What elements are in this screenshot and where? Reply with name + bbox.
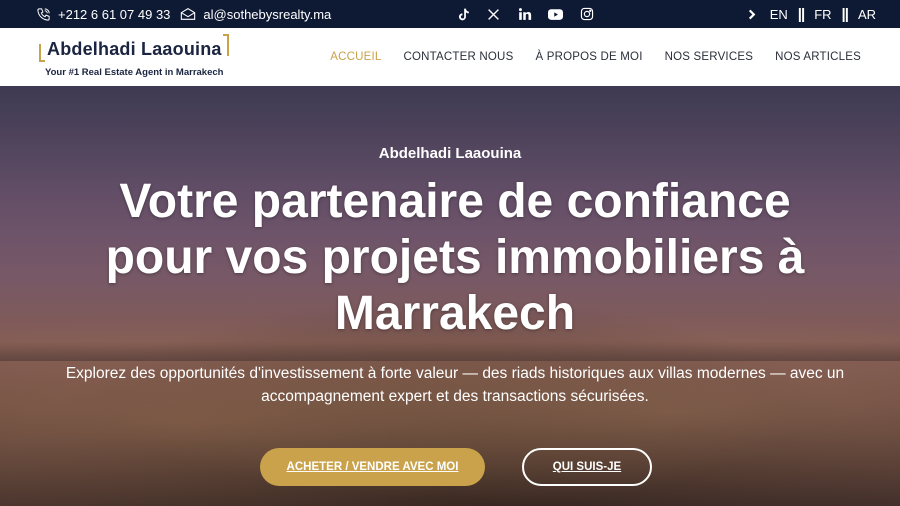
phone-number: +212 6 61 07 49 33 [58, 6, 171, 22]
hero-title: Votre partenaire de confiance pour vos p… [60, 174, 850, 342]
youtube-icon[interactable] [548, 7, 563, 22]
phone-link[interactable]: +212 6 61 07 49 33 [36, 7, 170, 22]
language-fr[interactable]: FR [814, 7, 831, 22]
logo-bracket-left [39, 44, 45, 62]
hero-title-line: Votre partenaire de confiance [119, 175, 791, 228]
nav-item-nos-services[interactable]: NOS SERVICES [665, 51, 753, 63]
site-header: Abdelhadi Laaouina Your #1 Real Estate A… [0, 28, 900, 86]
tiktok-icon[interactable] [455, 7, 470, 22]
nav-item-accueil[interactable]: ACCUEIL [330, 51, 381, 63]
language-en[interactable]: EN [770, 7, 788, 22]
hero-background-skyline [0, 341, 900, 361]
email-address: al@sothebysrealty.ma [203, 6, 332, 22]
logo-name: Abdelhadi Laaouina [47, 39, 222, 59]
hero-title-line: Marrakech [334, 287, 576, 340]
hero-description-line: accompagnement expert et des transaction… [261, 388, 649, 405]
main-nav: ACCUEIL CONTACTER NOUS À PROPOS DE MOI N… [330, 28, 861, 86]
hero-section: Abdelhadi Laaouina Votre partenaire de c… [0, 86, 900, 506]
phone-icon [36, 7, 51, 22]
language-switcher: EN || FR || AR [748, 0, 876, 28]
top-bar: +212 6 61 07 49 33 al@sothebysrealty.ma [0, 0, 900, 28]
nav-item-nos-articles[interactable]: NOS ARTICLES [775, 51, 861, 63]
social-links [455, 0, 594, 28]
hero-description-line: Explorez des opportunités d'investisseme… [65, 365, 845, 382]
logo[interactable]: Abdelhadi Laaouina Your #1 Real Estate A… [39, 34, 229, 80]
about-me-button[interactable]: QUI SUIS-JE [522, 448, 652, 486]
linkedin-icon[interactable] [517, 7, 532, 22]
logo-bracket-right [223, 34, 229, 56]
instagram-icon[interactable] [579, 7, 594, 22]
language-separator: || [841, 5, 849, 23]
language-ar[interactable]: AR [858, 7, 876, 22]
contact-info: +212 6 61 07 49 33 al@sothebysrealty.ma [36, 0, 331, 28]
email-link[interactable]: al@sothebysrealty.ma [180, 7, 331, 22]
x-icon[interactable] [486, 7, 501, 22]
chevron-right-icon [748, 9, 756, 20]
mail-icon [180, 7, 196, 21]
hero-title-line: pour vos projets immobiliers à [105, 231, 805, 284]
logo-tagline: Your #1 Real Estate Agent in Marrakech [45, 67, 224, 78]
hero-description: Explorez des opportunités d'investisseme… [60, 362, 850, 408]
language-separator: || [797, 5, 805, 23]
nav-item-contacter-nous[interactable]: CONTACTER NOUS [404, 51, 514, 63]
buy-sell-button[interactable]: ACHETER / VENDRE AVEC MOI [260, 448, 485, 486]
hero-subtitle: Abdelhadi Laaouina [378, 145, 522, 162]
nav-item-a-propos[interactable]: À PROPOS DE MOI [535, 51, 642, 63]
